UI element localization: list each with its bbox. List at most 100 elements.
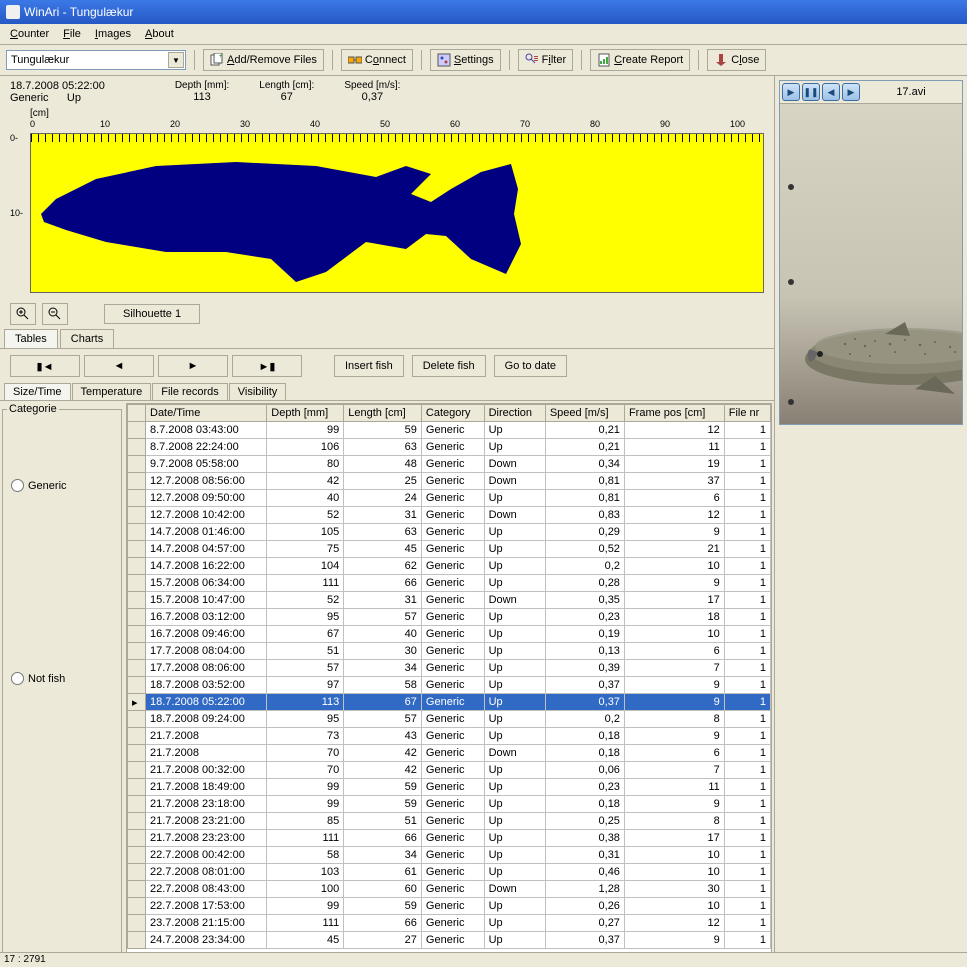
filter-button[interactable]: Filter — [518, 49, 573, 71]
row-header[interactable] — [128, 541, 146, 558]
insert-fish-button[interactable]: Insert fish — [334, 355, 404, 377]
nav-next-button[interactable]: ► — [158, 355, 228, 377]
table-row[interactable]: 21.7.2008 18:49:009959GenericUp0,23111 — [128, 779, 771, 796]
row-header[interactable] — [128, 813, 146, 830]
table-row[interactable]: 14.7.2008 04:57:007545GenericUp0,52211 — [128, 541, 771, 558]
table-row[interactable]: 24.7.2008 23:34:004527GenericUp0,3791 — [128, 932, 771, 949]
radio-generic-input[interactable] — [11, 479, 24, 492]
row-header[interactable] — [128, 932, 146, 949]
table-row[interactable]: 21.7.20087343GenericUp0,1891 — [128, 728, 771, 745]
data-table-wrap[interactable]: Date/TimeDepth [mm]Length [cm]CategoryDi… — [126, 403, 772, 965]
row-header[interactable] — [128, 643, 146, 660]
silhouette-button[interactable]: Silhouette 1 — [104, 304, 200, 324]
video-frame[interactable] — [780, 104, 962, 424]
settings-button[interactable]: Settings — [430, 49, 501, 71]
table-row[interactable]: 16.7.2008 09:46:006740GenericUp0,19101 — [128, 626, 771, 643]
row-header[interactable] — [128, 473, 146, 490]
row-header[interactable] — [128, 558, 146, 575]
nav-prev-button[interactable]: ◄ — [84, 355, 154, 377]
table-row[interactable]: 23.7.2008 21:15:0011166GenericUp0,27121 — [128, 915, 771, 932]
row-header[interactable] — [128, 490, 146, 507]
row-header[interactable] — [128, 711, 146, 728]
video-next-button[interactable]: ▶ — [842, 83, 860, 101]
video-prev-button[interactable]: ◀ — [822, 83, 840, 101]
subtab-visibility[interactable]: Visibility — [229, 383, 287, 400]
row-header[interactable] — [128, 847, 146, 864]
table-row[interactable]: 12.7.2008 09:50:004024GenericUp0,8161 — [128, 490, 771, 507]
combo-dropdown-icon[interactable]: ▼ — [168, 52, 184, 68]
column-header[interactable]: Length [cm] — [344, 405, 422, 422]
table-row[interactable]: 22.7.2008 08:01:0010361GenericUp0,46101 — [128, 864, 771, 881]
row-header[interactable] — [128, 779, 146, 796]
table-row[interactable]: 21.7.2008 23:21:008551GenericUp0,2581 — [128, 813, 771, 830]
video-pause-button[interactable]: ❚❚ — [802, 83, 820, 101]
table-row[interactable]: 12.7.2008 08:56:004225GenericDown0,81371 — [128, 473, 771, 490]
delete-fish-button[interactable]: Delete fish — [412, 355, 486, 377]
silhouette-area[interactable] — [30, 133, 764, 293]
row-header[interactable] — [128, 898, 146, 915]
tab-charts[interactable]: Charts — [60, 329, 114, 348]
row-header[interactable] — [128, 762, 146, 779]
column-header[interactable]: Category — [421, 405, 484, 422]
table-row[interactable]: 22.7.2008 00:42:005834GenericUp0,31101 — [128, 847, 771, 864]
row-header[interactable]: ▸ — [128, 694, 146, 711]
location-combo[interactable]: Tungulækur ▼ — [6, 50, 186, 70]
table-row[interactable]: 14.7.2008 01:46:0010563GenericUp0,2991 — [128, 524, 771, 541]
row-header[interactable] — [128, 422, 146, 439]
video-play-button[interactable]: ▶ — [782, 83, 800, 101]
connect-button[interactable]: Connect — [341, 49, 413, 71]
column-header[interactable]: Direction — [484, 405, 545, 422]
table-row[interactable]: 22.7.2008 08:43:0010060GenericDown1,2830… — [128, 881, 771, 898]
nav-last-button[interactable]: ►▮ — [232, 355, 302, 377]
radio-notfish[interactable]: Not fish — [11, 672, 113, 685]
column-header[interactable]: Frame pos [cm] — [624, 405, 724, 422]
column-header[interactable]: Date/Time — [146, 405, 267, 422]
table-row[interactable]: 17.7.2008 08:04:005130GenericUp0,1361 — [128, 643, 771, 660]
radio-generic[interactable]: Generic — [11, 479, 113, 492]
close-button[interactable]: Close — [707, 49, 766, 71]
create-report-button[interactable]: Create Report — [590, 49, 690, 71]
row-header[interactable] — [128, 881, 146, 898]
radio-notfish-input[interactable] — [11, 672, 24, 685]
table-row[interactable]: 15.7.2008 10:47:005231GenericDown0,35171 — [128, 592, 771, 609]
table-row[interactable]: 9.7.2008 05:58:008048GenericDown0,34191 — [128, 456, 771, 473]
table-row[interactable]: 15.7.2008 06:34:0011166GenericUp0,2891 — [128, 575, 771, 592]
row-header[interactable] — [128, 626, 146, 643]
column-header[interactable]: Speed [m/s] — [545, 405, 624, 422]
subtab-filerecords[interactable]: File records — [152, 383, 227, 400]
table-row[interactable]: 8.7.2008 22:24:0010663GenericUp0,21111 — [128, 439, 771, 456]
table-row[interactable]: 21.7.2008 00:32:007042GenericUp0,0671 — [128, 762, 771, 779]
nav-first-button[interactable]: ▮◄ — [10, 355, 80, 377]
row-header[interactable] — [128, 524, 146, 541]
menu-about[interactable]: About — [139, 26, 180, 42]
table-row[interactable]: 21.7.2008 23:23:0011166GenericUp0,38171 — [128, 830, 771, 847]
row-header[interactable] — [128, 677, 146, 694]
table-row[interactable]: ▸18.7.2008 05:22:0011367GenericUp0,3791 — [128, 694, 771, 711]
add-remove-files-button[interactable]: + Add/Remove Files — [203, 49, 324, 71]
row-header[interactable] — [128, 439, 146, 456]
row-header[interactable] — [128, 456, 146, 473]
table-row[interactable]: 16.7.2008 03:12:009557GenericUp0,23181 — [128, 609, 771, 626]
column-header[interactable]: Depth [mm] — [267, 405, 344, 422]
table-row[interactable]: 21.7.2008 23:18:009959GenericUp0,1891 — [128, 796, 771, 813]
table-row[interactable]: 14.7.2008 16:22:0010462GenericUp0,2101 — [128, 558, 771, 575]
row-header[interactable] — [128, 864, 146, 881]
tab-tables[interactable]: Tables — [4, 329, 58, 348]
table-row[interactable]: 21.7.20087042GenericDown0,1861 — [128, 745, 771, 762]
table-row[interactable]: 8.7.2008 03:43:009959GenericUp0,21121 — [128, 422, 771, 439]
table-row[interactable]: 17.7.2008 08:06:005734GenericUp0,3971 — [128, 660, 771, 677]
row-header[interactable] — [128, 609, 146, 626]
column-header[interactable]: File nr — [724, 405, 770, 422]
subtab-sizetime[interactable]: Size/Time — [4, 383, 71, 400]
goto-date-button[interactable]: Go to date — [494, 355, 567, 377]
menu-file[interactable]: File — [57, 26, 87, 42]
row-header[interactable] — [128, 796, 146, 813]
row-header[interactable] — [128, 660, 146, 677]
menu-counter[interactable]: Counter — [4, 26, 55, 42]
zoom-in-button[interactable] — [10, 303, 36, 325]
table-row[interactable]: 18.7.2008 09:24:009557GenericUp0,281 — [128, 711, 771, 728]
row-header[interactable] — [128, 915, 146, 932]
row-header[interactable] — [128, 575, 146, 592]
menu-images[interactable]: Images — [89, 26, 137, 42]
row-header[interactable] — [128, 830, 146, 847]
